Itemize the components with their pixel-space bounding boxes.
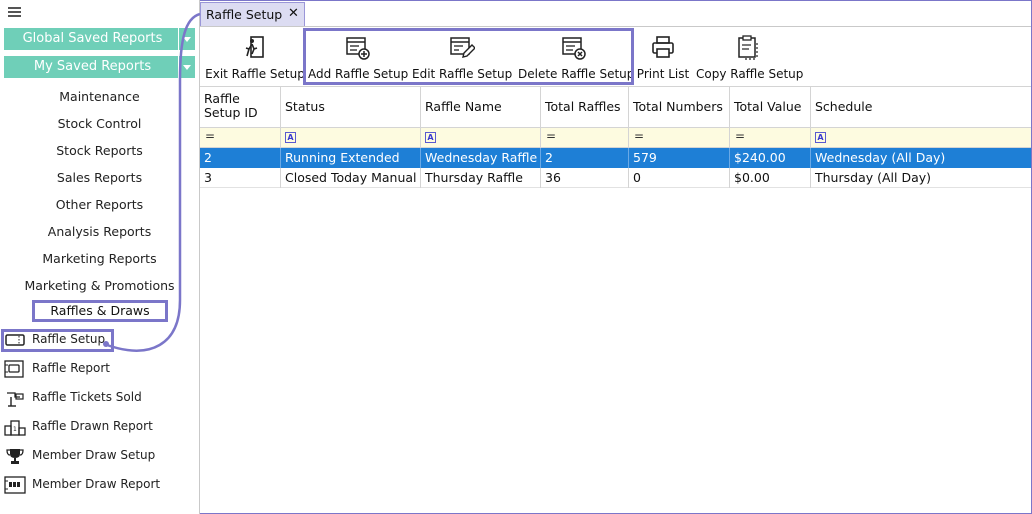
column-header-total-numbers[interactable]: Total Numbers <box>629 87 730 127</box>
raffle-ticket-icon <box>5 334 25 346</box>
my-saved-reports-label: My Saved Reports <box>33 59 152 74</box>
sidebar-subitem-raffle-setup[interactable]: Raffle Setup <box>2 329 198 351</box>
sidebar-item-analysis-reports[interactable]: Analysis Reports <box>0 224 199 239</box>
filter-equals-icon[interactable]: = <box>735 129 745 143</box>
filter-text-icon[interactable]: A <box>285 132 296 143</box>
global-saved-reports-label: Global Saved Reports <box>22 31 163 46</box>
column-header-total-raffles[interactable]: Total Raffles <box>541 87 629 127</box>
cell-schedule: Thursday (All Day) <box>815 170 932 185</box>
filter-cell-total-raffles[interactable]: = <box>541 128 629 147</box>
sidebar-item-marketing-reports[interactable]: Marketing Reports <box>0 251 199 266</box>
copy-raffle-setup-button[interactable]: Copy Raffle Setup <box>696 27 804 85</box>
cell-raffle-setup-id: 3 <box>200 168 281 188</box>
column-header-status[interactable]: Status <box>281 87 421 127</box>
filter-text-icon[interactable]: A <box>815 132 826 143</box>
filter-cell-schedule[interactable]: A <box>811 128 1031 147</box>
column-header-raffle-name[interactable]: Raffle Name <box>421 87 541 127</box>
cell-raffle-name: Wednesday Raffle <box>421 148 541 168</box>
sidebar-item-maintenance[interactable]: Maintenance <box>0 89 199 104</box>
filter-text-icon[interactable]: A <box>425 132 436 143</box>
cell-total-numbers: 579 <box>629 148 730 168</box>
raffle-setup-grid: Raffle Setup ID Status Raffle Name Total… <box>200 86 1031 513</box>
sidebar-subitem-raffle-report[interactable]: Raffle Report <box>2 358 198 380</box>
trophy-icon <box>6 449 24 464</box>
my-saved-reports-button[interactable]: My Saved Reports <box>4 56 195 78</box>
filter-cell-raffle-setup-id[interactable]: = <box>200 128 281 147</box>
cell-status: Running Extended <box>281 148 421 168</box>
chevron-down-icon[interactable] <box>178 56 195 78</box>
sidebar-subitem-label: Member Draw Setup <box>32 448 156 462</box>
cell-raffle-name: Thursday Raffle <box>421 168 541 188</box>
sidebar-subitem-member-draw-report[interactable]: Member Draw Report <box>2 474 198 496</box>
filter-cell-total-numbers[interactable]: = <box>629 128 730 147</box>
drawn-report-icon: 1 <box>4 420 26 436</box>
cell-schedule: Wednesday (All Day) <box>815 150 946 165</box>
sidebar-subitem-member-draw-setup[interactable]: Member Draw Setup <box>2 445 198 467</box>
global-saved-reports-button[interactable]: Global Saved Reports <box>4 28 195 50</box>
cell-raffle-setup-id: 2 <box>200 148 281 168</box>
sidebar-item-stock-control[interactable]: Stock Control <box>0 116 199 131</box>
print-list-button[interactable]: Print List <box>636 27 690 85</box>
filter-cell-status[interactable]: A <box>281 128 421 147</box>
sidebar-item-stock-reports[interactable]: Stock Reports <box>0 143 199 158</box>
printer-icon <box>652 36 674 58</box>
toolbar-group-highlight <box>303 28 634 85</box>
cell-total-raffles: 2 <box>541 148 629 168</box>
cell-status: Closed Today Manual <box>281 168 421 188</box>
column-header-raffle-setup-id[interactable]: Raffle Setup ID <box>200 87 281 127</box>
exit-raffle-setup-button[interactable]: Exit Raffle Setup <box>205 27 305 85</box>
svg-text:1: 1 <box>13 426 17 433</box>
table-row[interactable]: 2 Running Extended Wednesday Raffle 2 57… <box>200 148 1031 168</box>
filter-equals-icon[interactable]: = <box>634 129 644 143</box>
sidebar-subitem-label: Member Draw Report <box>32 477 161 491</box>
sidebar: Global Saved Reports My Saved Reports Ma… <box>0 0 200 514</box>
sidebar-item-other-reports[interactable]: Other Reports <box>0 197 199 212</box>
grid-header-row: Raffle Setup ID Status Raffle Name Total… <box>200 86 1031 128</box>
filter-equals-icon[interactable]: = <box>546 129 556 143</box>
cell-total-numbers: 0 <box>629 168 730 188</box>
table-row[interactable]: 3 Closed Today Manual Thursday Raffle 36… <box>200 168 1031 188</box>
toolbar-button-label: Exit Raffle Setup <box>205 67 305 81</box>
chevron-down-icon[interactable] <box>178 28 195 50</box>
tickets-sold-icon <box>7 392 24 407</box>
tab-title: Raffle Setup <box>206 7 283 22</box>
cell-total-value: $0.00 <box>730 168 811 188</box>
toolbar-button-label: Print List <box>636 67 690 81</box>
filter-cell-raffle-name[interactable]: A <box>421 128 541 147</box>
grid-filter-row: = A A = = = A <box>200 128 1031 148</box>
close-icon[interactable]: ✕ <box>288 6 299 21</box>
hamburger-menu-icon[interactable] <box>8 7 21 18</box>
sidebar-subitem-label: Raffle Setup <box>32 332 106 346</box>
sidebar-subitem-label: Raffle Drawn Report <box>32 419 153 433</box>
filter-equals-icon[interactable]: = <box>205 129 215 143</box>
cell-total-raffles: 36 <box>541 168 629 188</box>
cell-total-value: $240.00 <box>730 148 811 168</box>
sidebar-item-raffles-draws[interactable]: Raffles & Draws <box>32 300 168 322</box>
sidebar-item-marketing-promotions[interactable]: Marketing & Promotions <box>0 278 199 293</box>
tab-raffle-setup[interactable]: Raffle Setup ✕ <box>200 2 305 26</box>
toolbar-button-label: Copy Raffle Setup <box>696 67 804 81</box>
sidebar-subitem-label: Raffle Tickets Sold <box>32 390 142 404</box>
sidebar-item-raffles-draws-label: Raffles & Draws <box>50 303 150 318</box>
sidebar-subitem-raffle-tickets-sold[interactable]: Raffle Tickets Sold <box>2 387 198 409</box>
filter-cell-total-value[interactable]: = <box>730 128 811 147</box>
exit-icon <box>245 36 264 58</box>
clipboard-copy-icon <box>738 35 758 60</box>
column-header-total-value[interactable]: Total Value <box>730 87 811 127</box>
column-header-schedule[interactable]: Schedule <box>811 87 1031 127</box>
member-draw-report-icon <box>4 476 26 494</box>
sidebar-subitem-raffle-drawn-report[interactable]: 1 Raffle Drawn Report <box>2 416 198 438</box>
sidebar-item-sales-reports[interactable]: Sales Reports <box>0 170 199 185</box>
raffle-report-icon <box>4 360 24 378</box>
sidebar-subitem-label: Raffle Report <box>32 361 111 375</box>
